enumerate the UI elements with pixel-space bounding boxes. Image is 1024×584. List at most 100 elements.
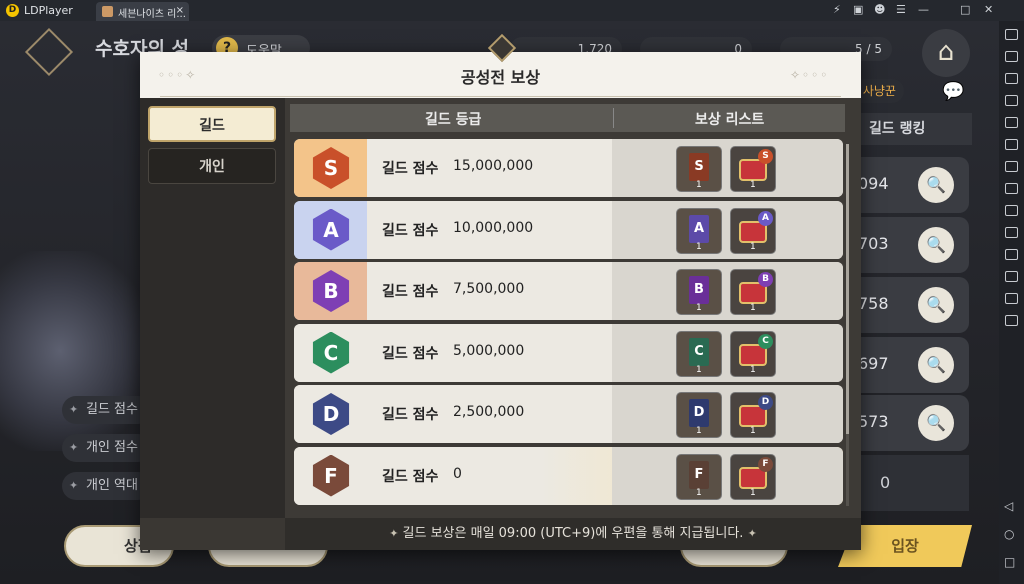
tab-game[interactable]: 세븐나이츠 리... × — [96, 2, 189, 21]
rank-row: 758 🔍 — [852, 277, 969, 333]
location-icon[interactable] — [1005, 293, 1018, 304]
reward-row-s: S 길드 점수 15,000,000 S 1 S 1 — [294, 139, 843, 197]
card-grade: B — [689, 276, 709, 304]
score-label: 길드 점수 — [382, 407, 439, 423]
reward-card-icon[interactable]: F 1 — [676, 453, 722, 500]
my-rank-score: 0 — [852, 455, 969, 511]
score-label: 길드 점수 — [382, 222, 439, 239]
modal-tab-list: 길드 개인 — [140, 98, 285, 518]
back-icon[interactable]: ◁ — [1004, 499, 1013, 513]
recent-apps-icon[interactable]: □ — [1004, 555, 1015, 569]
home-button[interactable]: ⌂ — [922, 29, 970, 77]
score-value: 5,000,000 — [453, 342, 525, 359]
magnify-icon[interactable]: 🔍 — [918, 347, 954, 383]
reward-chest-icon[interactable]: S 1 — [730, 146, 776, 192]
volume-up-icon[interactable] — [1005, 73, 1018, 84]
close-icon[interactable]: ✕ — [984, 3, 993, 16]
screenshot-icon[interactable] — [1005, 117, 1018, 128]
scissors-icon[interactable] — [1005, 205, 1018, 216]
reward-card-icon[interactable]: B 1 — [676, 269, 722, 315]
settings-icon[interactable] — [1005, 29, 1018, 40]
reward-card-icon[interactable]: C 1 — [676, 330, 722, 377]
item-count: 1 — [696, 487, 702, 498]
chest-grade-tag: C — [758, 333, 773, 349]
item-count: 1 — [696, 426, 702, 436]
reward-chest-icon[interactable]: D 1 — [730, 392, 776, 438]
rank-row: 094 🔍 — [852, 157, 969, 213]
header-divider — [160, 96, 841, 97]
footer-star-left-icon: ✦ — [389, 527, 399, 540]
magnify-icon[interactable]: 🔍 — [918, 287, 954, 323]
item-count: 1 — [696, 364, 702, 375]
reward-card-icon[interactable]: S 1 — [676, 146, 722, 192]
home-icon[interactable]: ○ — [1004, 527, 1014, 541]
reward-card-icon[interactable]: A 1 — [676, 207, 722, 254]
footer-star-right-icon: ✦ — [747, 527, 757, 540]
performance-icon[interactable]: ⚡ — [833, 3, 841, 16]
guardian-castle-logo-icon — [24, 27, 74, 77]
tab-guild[interactable]: 길드 — [148, 106, 276, 142]
item-count: 1 — [750, 487, 756, 498]
card-grade: D — [689, 399, 709, 427]
magnify-icon[interactable]: 🔍 — [918, 227, 954, 263]
maximize-icon[interactable]: □ — [960, 3, 970, 16]
multi-instance-icon[interactable] — [1005, 315, 1018, 326]
chest-grade-tag: B — [758, 272, 773, 287]
card-grade: F — [689, 460, 709, 489]
tab-personal[interactable]: 개인 — [148, 148, 276, 184]
reward-chest-icon[interactable]: C 1 — [730, 330, 776, 377]
sync-icon[interactable] — [1005, 249, 1018, 260]
menu-icon[interactable]: ☰ — [896, 3, 906, 16]
modal-footer: ✦ 길드 보상은 매일 09:00 (UTC+9)에 우편을 통해 지급됩니다.… — [285, 518, 861, 550]
game-icon — [102, 6, 113, 17]
scrollbar[interactable] — [846, 144, 849, 506]
item-count: 1 — [696, 180, 702, 190]
chest-grade-tag: A — [758, 210, 773, 226]
rank-row: 703 🔍 — [852, 217, 969, 273]
reward-table: 길드 등급 보상 리스트 S 길드 점수 15,000,000 S 1 S 1 … — [285, 98, 861, 518]
magnify-icon[interactable]: 🔍 — [918, 167, 954, 203]
reward-card-icon[interactable]: D 1 — [676, 392, 722, 438]
reward-list: A 1 A 1 — [612, 200, 843, 259]
column-header-rewards: 보상 리스트 — [695, 112, 765, 128]
rotate-icon[interactable] — [1005, 139, 1018, 150]
app-name: LDPlayer — [24, 4, 73, 17]
rank-score: 758 — [858, 294, 889, 313]
item-count: 1 — [750, 241, 756, 252]
chest-grade-tag: D — [758, 395, 773, 410]
reward-list: S 1 S 1 — [612, 139, 843, 197]
volume-down-icon[interactable] — [1005, 95, 1018, 106]
reward-chest-icon[interactable]: F 1 — [730, 453, 776, 500]
item-count: 1 — [696, 241, 702, 252]
card-grade: A — [689, 214, 709, 243]
tab-guild-ranking[interactable]: 길드 랭킹 — [855, 113, 972, 145]
chat-icon[interactable]: 💬 — [942, 81, 964, 102]
rank-row: 573 🔍 — [852, 395, 969, 451]
score-label: 길드 점수 — [382, 345, 439, 362]
card-grade: C — [689, 337, 709, 366]
folder-icon[interactable] — [1005, 271, 1018, 282]
score-value: 10,000,000 — [453, 219, 534, 236]
reward-row-a: A 길드 점수 10,000,000 A 1 A 1 — [294, 200, 843, 259]
apk-icon[interactable] — [1005, 183, 1018, 194]
score-value: 2,500,000 — [453, 404, 525, 420]
scrollbar-thumb[interactable] — [846, 144, 849, 434]
record-icon[interactable] — [1005, 161, 1018, 172]
reward-chest-icon[interactable]: B 1 — [730, 269, 776, 315]
reward-list: B 1 B 1 — [612, 262, 843, 320]
reward-row-f: F 길드 점수 0 F 1 F 1 — [294, 446, 843, 505]
reward-chest-icon[interactable]: A 1 — [730, 207, 776, 254]
video-icon[interactable] — [1005, 227, 1018, 238]
card-grade: S — [689, 153, 709, 181]
account-icon[interactable]: ☻ — [874, 3, 885, 16]
score-value: 7,500,000 — [453, 281, 525, 297]
gift-icon[interactable]: ▣ — [853, 3, 863, 16]
reward-row-b: B 길드 점수 7,500,000 B 1 B 1 — [294, 262, 843, 320]
personal-score-row: 개인 점수 — [62, 434, 152, 462]
keyboard-icon[interactable] — [1005, 51, 1018, 62]
score-value: 15,000,000 — [453, 158, 534, 174]
reward-list: C 1 C 1 — [612, 323, 843, 382]
magnify-icon[interactable]: 🔍 — [918, 405, 954, 441]
minimize-icon[interactable]: — — [918, 3, 929, 16]
tab-close-icon[interactable]: × — [176, 5, 184, 16]
